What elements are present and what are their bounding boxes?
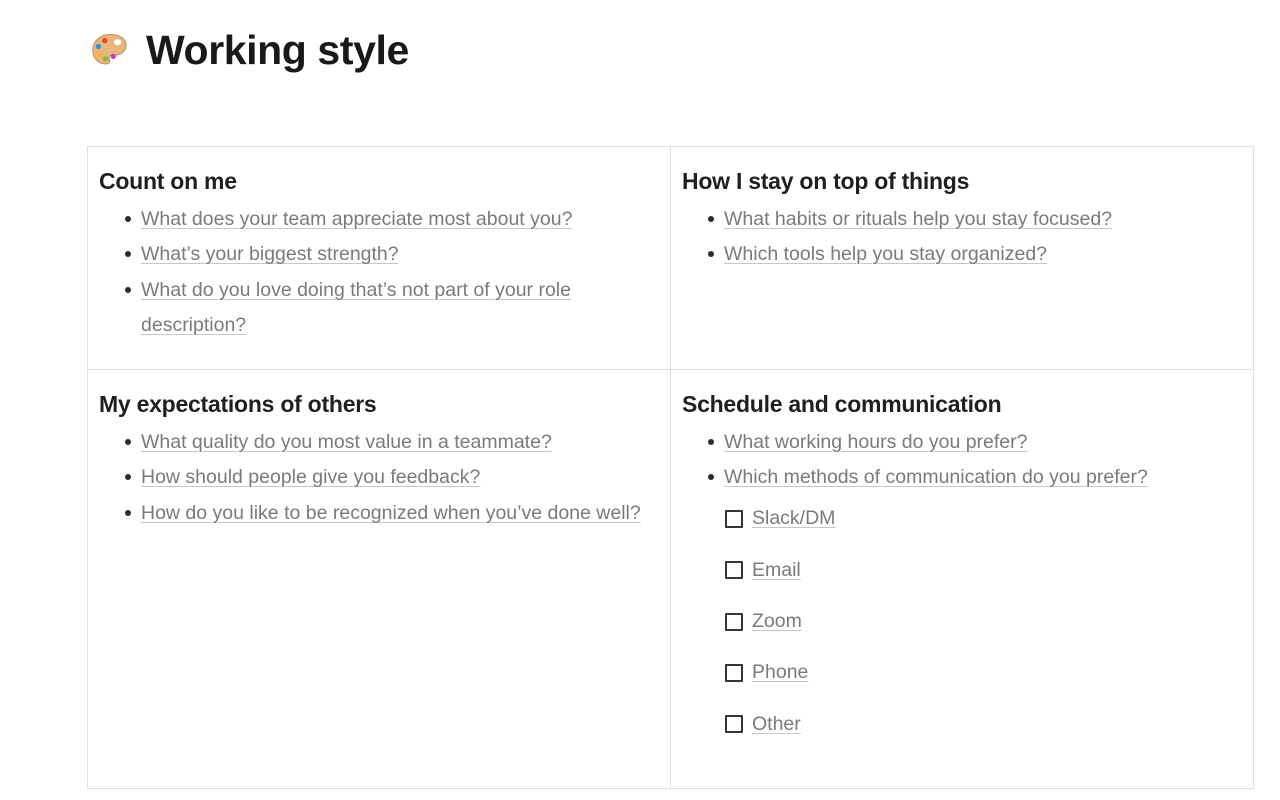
checkbox-label: Email: [752, 558, 801, 581]
question-text: How should people give you feedback?: [141, 466, 481, 489]
list-item[interactable]: Phone: [682, 661, 1239, 684]
question-text: What habits or rituals help you stay foc…: [724, 207, 1113, 230]
checkbox-label: Phone: [752, 661, 809, 684]
question-list: What quality do you most value in a team…: [99, 425, 656, 531]
list-item[interactable]: What do you love doing that’s not part o…: [99, 273, 656, 342]
palette-emoji-icon[interactable]: [88, 29, 132, 73]
cell-schedule-and-communication[interactable]: Schedule and communication What working …: [670, 369, 1254, 789]
bullet-icon: [708, 215, 714, 222]
list-item[interactable]: How should people give you feedback?: [99, 460, 656, 495]
page-root: Working style Count on me What does your…: [0, 0, 1280, 800]
checkbox-label: Other: [752, 712, 801, 735]
question-text: Which tools help you stay organized?: [724, 243, 1048, 266]
cell-heading: My expectations of others: [99, 391, 377, 417]
cell-my-expectations-of-others[interactable]: My expectations of others What quality d…: [87, 369, 671, 789]
list-item[interactable]: How do you like to be recognized when yo…: [99, 496, 656, 531]
checkbox-zoom[interactable]: [725, 612, 743, 631]
bullet-icon: [125, 251, 131, 258]
checkbox-other[interactable]: [725, 715, 743, 734]
question-list: What working hours do you prefer? Which …: [682, 425, 1239, 495]
page-title-text: Working style: [146, 27, 409, 73]
list-item[interactable]: What does your team appreciate most abou…: [99, 202, 656, 237]
bullet-icon: [125, 287, 131, 294]
bullet-icon: [125, 474, 131, 481]
page-title: Working style: [88, 27, 409, 73]
working-style-table: Count on me What does your team apprecia…: [87, 146, 1254, 789]
checkbox-email[interactable]: [725, 561, 743, 580]
bullet-icon: [708, 251, 714, 258]
cell-how-i-stay-on-top-of-things[interactable]: How I stay on top of things What habits …: [670, 146, 1254, 370]
bullet-icon: [125, 438, 131, 445]
bullet-icon: [125, 510, 131, 517]
list-item[interactable]: Which tools help you stay organized?: [682, 237, 1239, 272]
checkbox-label: Zoom: [752, 609, 802, 632]
list-item[interactable]: What habits or rituals help you stay foc…: [682, 202, 1239, 237]
question-list: What habits or rituals help you stay foc…: [682, 202, 1239, 272]
checkbox-label: Slack/DM: [752, 507, 836, 530]
list-item[interactable]: Slack/DM: [682, 507, 1239, 530]
list-item[interactable]: What working hours do you prefer?: [682, 425, 1239, 460]
question-text: What does your team appreciate most abou…: [141, 207, 573, 230]
question-text: What quality do you most value in a team…: [141, 430, 552, 453]
checkbox-phone[interactable]: [725, 664, 743, 683]
bullet-icon: [708, 438, 714, 445]
question-text: Which methods of communication do you pr…: [724, 466, 1148, 489]
list-item[interactable]: What quality do you most value in a team…: [99, 425, 656, 460]
checkbox-slack-dm[interactable]: [725, 509, 743, 528]
question-list: What does your team appreciate most abou…: [99, 202, 656, 343]
cell-heading: How I stay on top of things: [682, 168, 970, 194]
list-item[interactable]: What’s your biggest strength?: [99, 237, 656, 272]
list-item[interactable]: Other: [682, 713, 1239, 736]
cell-count-on-me[interactable]: Count on me What does your team apprecia…: [87, 146, 671, 370]
cell-heading: Schedule and communication: [682, 391, 1002, 417]
list-item[interactable]: Which methods of communication do you pr…: [682, 460, 1239, 495]
cell-heading: Count on me: [99, 168, 237, 194]
bullet-icon: [125, 215, 131, 222]
table-row: My expectations of others What quality d…: [87, 369, 1254, 789]
communication-method-checklist: Slack/DM Email Zoom Phone Other: [682, 507, 1239, 736]
question-text: How do you like to be recognized when yo…: [141, 502, 641, 525]
question-text: What working hours do you prefer?: [724, 430, 1028, 453]
question-text: What do you love doing that’s not part o…: [141, 279, 571, 336]
bullet-icon: [708, 474, 714, 481]
list-item[interactable]: Email: [682, 559, 1239, 582]
list-item[interactable]: Zoom: [682, 610, 1239, 633]
question-text: What’s your biggest strength?: [141, 243, 399, 266]
table-row: Count on me What does your team apprecia…: [87, 146, 1254, 370]
